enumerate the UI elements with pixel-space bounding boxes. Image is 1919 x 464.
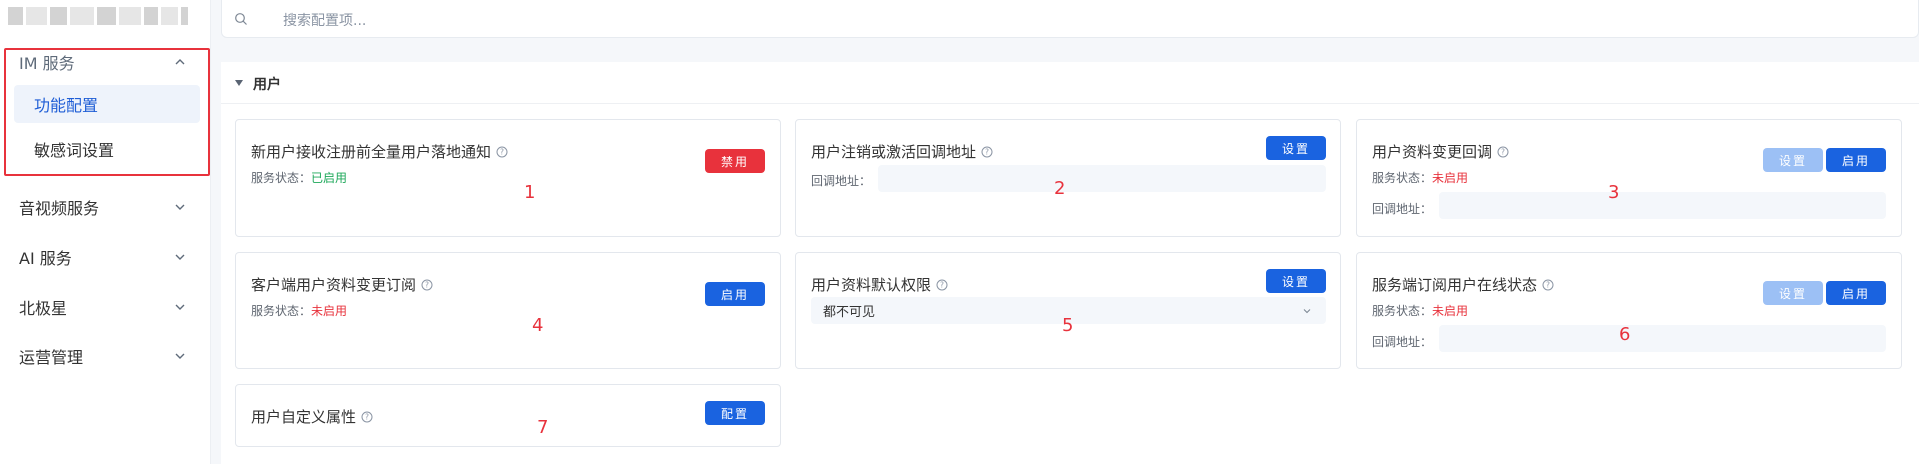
status-badge: 未启用	[311, 304, 348, 318]
permission-select-value: 都不可见	[823, 305, 876, 320]
annotation-number: 4	[532, 315, 544, 336]
nav-label: 北极星	[19, 299, 68, 318]
set-button-disabled: 设置	[1763, 281, 1823, 305]
annotation-number: 6	[1619, 324, 1631, 345]
status-badge: 未启用	[1432, 304, 1469, 318]
card-profile-default-permission: 用户资料默认权限 ? 都不可见 设置 5	[795, 252, 1341, 369]
config-button[interactable]: 配置	[705, 401, 765, 425]
set-button[interactable]: 设置	[1266, 136, 1326, 160]
card-title: 客户端用户资料变更订阅 ?	[251, 274, 433, 295]
card-profile-change-callback: 用户资料变更回调 ? 服务状态：未启用 回调地址： 设置 启用 3	[1356, 119, 1902, 237]
section-title: 用户	[253, 77, 281, 93]
nav-polaris[interactable]: 北极星	[0, 287, 211, 327]
nav-operations[interactable]: 运营管理	[0, 336, 211, 376]
svg-text:?: ?	[365, 412, 369, 421]
card-title: 服务端订阅用户在线状态 ?	[1372, 274, 1554, 295]
card-server-online-subscribe: 服务端订阅用户在线状态 ? 服务状态：未启用 回调地址： 设置 启用 6	[1356, 252, 1902, 369]
help-icon[interactable]: ?	[361, 411, 373, 423]
nav-ai-service[interactable]: AI 服务	[0, 237, 211, 277]
status-label: 服务状态：	[1372, 171, 1433, 185]
help-icon[interactable]: ?	[1542, 279, 1554, 291]
url-label: 回调地址：	[811, 174, 872, 188]
card-user-custom-attributes: 用户自定义属性 ? 配置 7	[235, 384, 781, 447]
status-badge: 未启用	[1432, 171, 1469, 185]
enable-button[interactable]: 启用	[705, 282, 765, 306]
section-header-user[interactable]: 用户	[221, 62, 1919, 104]
sidebar-item-label: 功能配置	[34, 96, 99, 115]
chevron-up-icon	[175, 59, 185, 65]
svg-text:?: ?	[985, 147, 989, 156]
card-client-profile-subscribe: 客户端用户资料变更订阅 ? 服务状态：未启用 启用 4	[235, 252, 781, 369]
annotation-number: 1	[524, 182, 536, 203]
chevron-down-icon	[175, 353, 185, 359]
disable-button[interactable]: 禁用	[705, 149, 765, 173]
card-title: 用户自定义属性 ?	[251, 406, 373, 427]
callback-url-field[interactable]	[1439, 192, 1886, 219]
set-button[interactable]: 设置	[1266, 269, 1326, 293]
chevron-down-icon	[1303, 309, 1311, 314]
sidebar-item-label: 敏感词设置	[34, 141, 115, 160]
svg-text:?: ?	[1546, 280, 1550, 289]
search-bar[interactable]: 搜索配置项...	[221, 0, 1919, 38]
card-new-user-notify: 新用户接收注册前全量用户落地通知 ? 服务状态：已启用 禁用 1	[235, 119, 781, 237]
sidebar-item-feature-config[interactable]: 功能配置	[14, 85, 200, 123]
svg-text:?: ?	[500, 147, 504, 156]
status-row: 服务状态：已启用	[251, 169, 347, 186]
card-title-text: 用户资料默认权限	[811, 276, 932, 294]
logo	[8, 7, 188, 25]
annotation-number: 3	[1608, 182, 1620, 203]
enable-button[interactable]: 启用	[1826, 281, 1886, 305]
search-icon	[235, 13, 247, 25]
sidebar: IM 服务 功能配置 敏感词设置 音视频服务 AI 服务 北极星 运营管理	[0, 0, 211, 464]
chevron-down-icon	[175, 254, 185, 260]
status-row: 服务状态：未启用	[1372, 169, 1468, 186]
card-title-text: 新用户接收注册前全量用户落地通知	[251, 143, 492, 161]
help-icon[interactable]: ?	[421, 279, 433, 291]
chevron-down-icon	[175, 204, 185, 210]
set-button-disabled: 设置	[1763, 148, 1823, 172]
nav-im-service[interactable]: IM 服务	[0, 42, 211, 82]
card-title: 用户资料默认权限 ?	[811, 274, 948, 295]
card-title-text: 用户自定义属性	[251, 408, 357, 426]
search-input[interactable]: 搜索配置项...	[283, 10, 366, 30]
nav-av-service[interactable]: 音视频服务	[0, 187, 211, 227]
main-panel: 用户 新用户接收注册前全量用户落地通知 ? 服务状态：已启用 禁用 1 用户注销…	[221, 62, 1919, 464]
help-icon[interactable]: ?	[936, 279, 948, 291]
annotation-number: 7	[537, 417, 549, 438]
svg-text:?: ?	[425, 280, 429, 289]
card-title-text: 用户注销或激活回调地址	[811, 143, 977, 161]
status-label: 服务状态：	[1372, 304, 1433, 318]
card-title-text: 服务端订阅用户在线状态	[1372, 276, 1538, 294]
card-title: 用户注销或激活回调地址 ?	[811, 141, 993, 162]
status-row: 服务状态：未启用	[1372, 302, 1468, 319]
url-label: 回调地址：	[1372, 202, 1433, 216]
callback-url-field[interactable]	[878, 165, 1326, 192]
nav-im-service-label: IM 服务	[19, 54, 75, 73]
help-icon[interactable]: ?	[981, 146, 993, 158]
svg-text:?: ?	[1501, 147, 1505, 156]
url-label: 回调地址：	[1372, 335, 1433, 349]
card-title: 新用户接收注册前全量用户落地通知 ?	[251, 141, 508, 162]
callback-url-field[interactable]	[1439, 325, 1886, 352]
nav-label: AI 服务	[19, 249, 72, 268]
svg-text:?: ?	[940, 280, 944, 289]
card-title-text: 用户资料变更回调	[1372, 143, 1493, 161]
status-label: 服务状态：	[251, 171, 312, 185]
annotation-number: 5	[1062, 315, 1074, 336]
status-badge: 已启用	[311, 171, 348, 185]
help-icon[interactable]: ?	[496, 146, 508, 158]
sidebar-item-sensitive-words[interactable]: 敏感词设置	[14, 130, 200, 168]
card-title-text: 客户端用户资料变更订阅	[251, 276, 417, 294]
help-icon[interactable]: ?	[1497, 146, 1509, 158]
status-label: 服务状态：	[251, 304, 312, 318]
nav-label: 音视频服务	[19, 199, 100, 218]
card-title: 用户资料变更回调 ?	[1372, 141, 1509, 162]
enable-button[interactable]: 启用	[1826, 148, 1886, 172]
card-user-deregister-callback: 用户注销或激活回调地址 ? 回调地址： 设置 2	[795, 119, 1341, 237]
nav-label: 运营管理	[19, 348, 84, 367]
annotation-number: 2	[1054, 178, 1066, 199]
caret-down-icon	[235, 80, 243, 86]
chevron-down-icon	[175, 304, 185, 310]
status-row: 服务状态：未启用	[251, 302, 347, 319]
